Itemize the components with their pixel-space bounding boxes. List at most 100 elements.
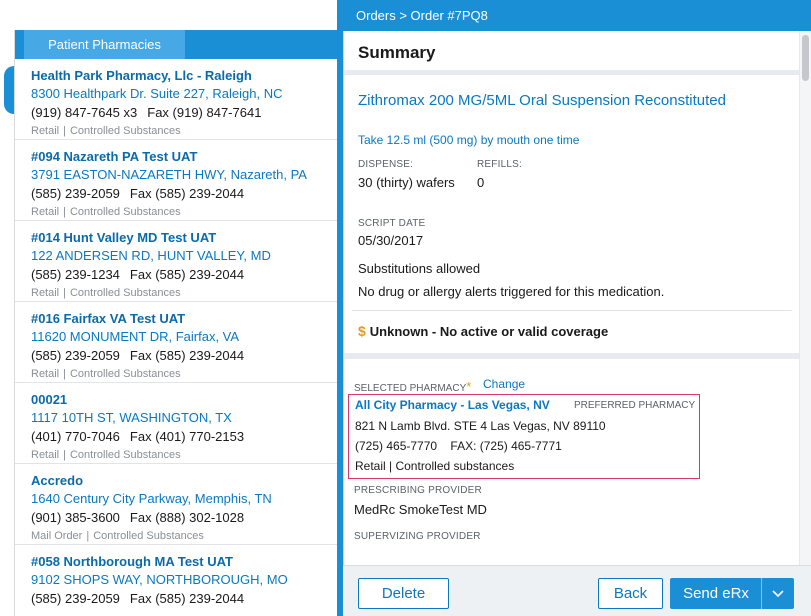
tag-separator: | — [63, 206, 66, 218]
pharmacy-name: #016 Fairfax VA Test UAT — [31, 311, 186, 326]
pharmacy-fax: Fax (585) 239-2044 — [129, 591, 245, 606]
patient-pharmacies-panel: Patient Pharmacies Health Park Pharmacy,… — [14, 30, 337, 616]
selected-item-indicator — [4, 66, 14, 114]
pharmacy-address: 9102 SHOPS WAY, NORTHBOROUGH, MO — [31, 572, 288, 587]
pharmacy-phone: (919) 847-7645 x3 — [31, 105, 138, 120]
selected-pharmacy-label: SELECTED PHARMACY* — [354, 379, 471, 394]
tag-separator: | — [63, 368, 66, 380]
script-date-value: 05/30/2017 — [358, 233, 424, 248]
pharmacy-address: 1640 Century City Parkway, Memphis, TN — [31, 491, 272, 506]
pharmacy-phones: (585) 239-1234 Fax (585) 239-2044 — [31, 265, 337, 284]
pharmacy-address: 122 ANDERSEN RD, HUNT VALLEY, MD — [31, 248, 271, 263]
pharmacy-fax: Fax (888) 302-1028 — [129, 510, 245, 525]
section-divider — [344, 353, 802, 359]
pharmacies-tab-bar: Patient Pharmacies — [15, 30, 337, 59]
pharmacy-fax: Fax (585) 239-2044 — [129, 267, 245, 282]
medication-sig[interactable]: Take 12.5 ml (500 mg) by mouth one time — [358, 133, 579, 147]
coverage-status: $ Unknown - No active or valid coverage — [358, 323, 608, 339]
substitutions-text: Substitutions allowed — [358, 261, 481, 276]
pharmacy-name: #094 Nazareth PA Test UAT — [31, 149, 198, 164]
pharmacy-tags: Retail | Controlled Substances — [31, 122, 337, 140]
pharmacy-fax: Fax (585) 239-2044 — [129, 186, 245, 201]
supervising-provider-label: SUPERVIZING PROVIDER — [354, 531, 481, 542]
dollar-icon: $ — [358, 323, 366, 339]
tag-separator: | — [63, 287, 66, 299]
tab-patient-pharmacies[interactable]: Patient Pharmacies — [24, 30, 185, 59]
medication-name[interactable]: Zithromax 200 MG/5ML Oral Suspension Rec… — [358, 90, 738, 111]
pharmacy-address: 8300 Healthpark Dr. Suite 227, Raleigh, … — [31, 86, 283, 101]
pharmacy-type: Retail — [31, 287, 60, 299]
pharmacy-list-item[interactable]: Accredo 1640 Century City Parkway, Memphi… — [15, 464, 337, 545]
pharmacy-name: 00021 — [31, 392, 68, 407]
pharmacy-address: 3791 EASTON-NAZARETH HWY, Nazareth, PA — [31, 167, 307, 182]
pharmacy-tag: Controlled Substances — [69, 449, 181, 461]
script-date-label: SCRIPT DATE — [358, 218, 426, 229]
required-asterisk: * — [466, 379, 472, 394]
pharmacy-name: #014 Hunt Valley MD Test UAT — [31, 230, 217, 245]
pharmacy-list-item[interactable]: Health Park Pharmacy, Llc - Raleigh 8300 … — [15, 59, 337, 140]
pharmacy-list-item[interactable]: #016 Fairfax VA Test UAT 11620 MONUMENT D… — [15, 302, 337, 383]
tag-separator: | — [63, 125, 66, 137]
order-footer: Delete Back Send eRx — [343, 565, 811, 616]
pharmacy-list-item[interactable]: #094 Nazareth PA Test UAT 3791 EASTON-NAZ… — [15, 140, 337, 221]
order-panel: Orders > Order #7PQ8 Summary Zithromax 2… — [337, 0, 811, 616]
back-button[interactable]: Back — [598, 578, 663, 609]
pharmacy-type: Mail Order — [31, 530, 83, 542]
pharmacy-phones: (401) 770-7046 Fax (401) 770-2153 — [31, 427, 337, 446]
content-scrollbar[interactable] — [799, 31, 811, 565]
tag-separator: | — [63, 449, 66, 461]
dispense-label: DISPENSE: — [358, 159, 414, 170]
pharmacy-phones: (901) 385-3600 Fax (888) 302-1028 — [31, 508, 337, 527]
pharmacy-tag: Controlled Substances — [69, 125, 181, 137]
pharmacy-phones: (585) 239-2059 Fax (585) 239-2044 — [31, 589, 337, 608]
pharmacy-fax: Fax (585) 239-2044 — [129, 348, 245, 363]
prescribing-provider-value: MedRc SmokeTest MD — [354, 502, 487, 517]
alerts-text: No drug or allergy alerts triggered for … — [358, 284, 665, 299]
selected-pharmacy-address: 821 N Lamb Blvd. STE 4 Las Vegas, NV 891… — [355, 419, 606, 433]
pharmacy-fax: Fax (401) 770-2153 — [129, 429, 245, 444]
pharmacy-type: Retail — [31, 125, 60, 137]
scrollbar-thumb[interactable] — [802, 35, 809, 81]
refills-label: REFILLS: — [477, 159, 522, 170]
coverage-divider — [352, 310, 792, 311]
send-erx-button[interactable]: Send eRx — [670, 578, 762, 609]
pharmacy-phone: (585) 239-1234 — [31, 267, 120, 282]
change-pharmacy-link[interactable]: Change — [483, 377, 525, 391]
pharmacy-phone: (901) 385-3600 — [31, 510, 120, 525]
pharmacy-phones: (585) 239-2059 Fax (585) 239-2044 — [31, 184, 337, 203]
pharmacy-list-item[interactable]: #058 Northborough MA Test UAT 9102 SHOPS … — [15, 545, 337, 616]
pharmacy-list-item[interactable]: 00021 1117 10TH ST, WASHINGTON, TX (401) 7… — [15, 383, 337, 464]
pharmacy-name: #058 Northborough MA Test UAT — [31, 554, 233, 569]
delete-button[interactable]: Delete — [358, 578, 449, 609]
selected-pharmacy-card[interactable]: All City Pharmacy - Las Vegas, NV PREFER… — [348, 394, 700, 479]
pharmacy-address: 11620 MONUMENT DR, Fairfax, VA — [31, 329, 240, 344]
send-options-button[interactable] — [761, 578, 794, 609]
order-summary-content: Summary Zithromax 200 MG/5ML Oral Suspen… — [343, 31, 811, 565]
pharmacy-list-item[interactable]: #014 Hunt Valley MD Test UAT 122 ANDERSEN… — [15, 221, 337, 302]
coverage-text: Unknown - No active or valid coverage — [369, 324, 609, 339]
selected-pharmacy-name: All City Pharmacy - Las Vegas, NV — [355, 398, 550, 412]
pharmacy-phone: (585) 239-2059 — [31, 348, 120, 363]
preferred-pharmacy-badge: PREFERRED PHARMACY — [574, 400, 696, 411]
chevron-down-icon — [771, 590, 784, 598]
dispense-value: 30 (thirty) wafers — [358, 175, 455, 190]
tag-separator: | — [86, 530, 90, 542]
prescribing-provider-label: PRESCRIBING PROVIDER — [354, 485, 482, 496]
pharmacy-phones: (585) 239-2059 Fax (585) 239-2044 — [31, 346, 337, 365]
pharmacy-fax: Fax (919) 847-7641 — [147, 105, 262, 120]
pharmacy-list: Health Park Pharmacy, Llc - Raleigh 8300 … — [15, 59, 337, 616]
pharmacy-phones: (919) 847-7645 x3 Fax (919) 847-7641 — [31, 103, 337, 122]
pharmacy-tag: Controlled Substances — [69, 287, 181, 299]
pharmacy-tags: Retail | Controlled Substances — [31, 284, 337, 302]
pharmacy-phone: (401) 770-7046 — [31, 429, 120, 444]
pharmacy-name: Accredo — [31, 473, 84, 488]
pharmacy-type: Retail — [31, 368, 60, 380]
pharmacy-tags: Retail | Controlled Substances — [31, 446, 337, 464]
pharmacy-tags: Mail Order | Controlled Substances — [31, 527, 337, 545]
pharmacy-tags: Retail | Controlled Substances — [31, 203, 337, 221]
refills-value: 0 — [477, 175, 485, 190]
pharmacy-tag: Controlled Substances — [93, 530, 204, 542]
selected-pharmacy-phones: (725) 465-7770 FAX: (725) 465-7771 — [355, 439, 562, 453]
breadcrumb: Orders > Order #7PQ8 — [356, 8, 488, 23]
pharmacy-tag: Controlled Substances — [69, 368, 181, 380]
